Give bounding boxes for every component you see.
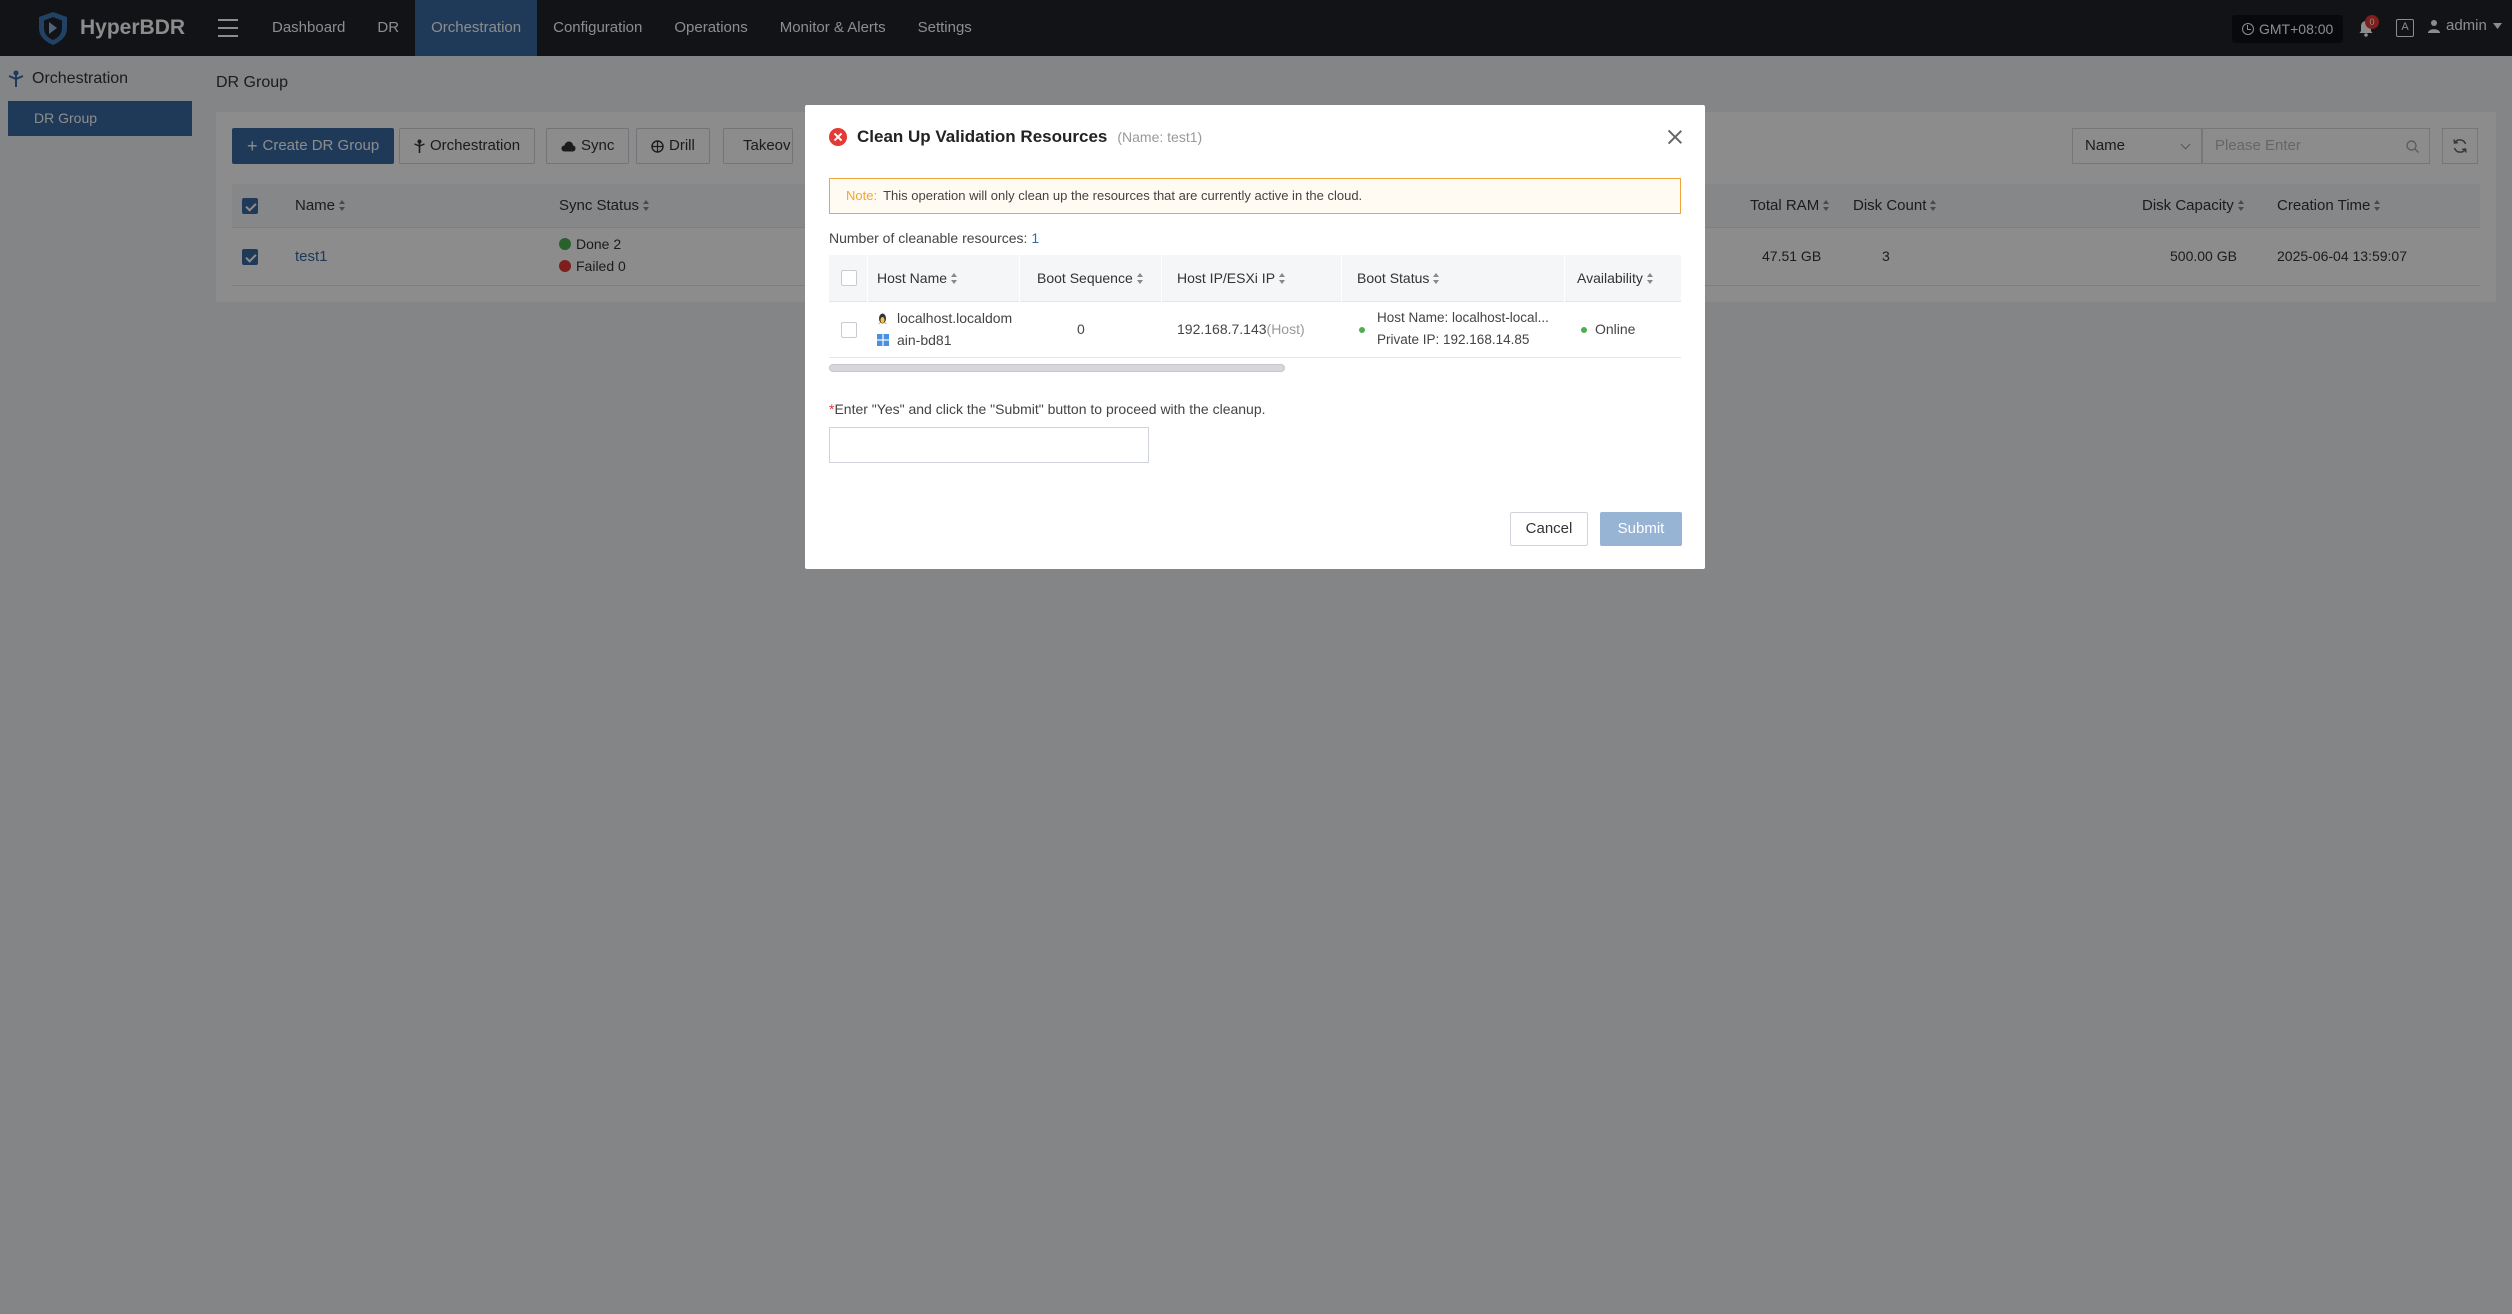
boot-status-private-ip: Private IP: 192.168.14.85 [1377, 332, 1530, 347]
confirm-prompt: *Enter "Yes" and click the "Submit" butt… [829, 401, 1266, 417]
host-ip-tag: (Host) [1266, 321, 1305, 337]
sort-icon [1646, 272, 1654, 284]
table-row[interactable]: localhost.localdom ain-bd81 0 192.168.7.… [829, 302, 1681, 358]
select-all-checkbox[interactable] [841, 270, 857, 286]
host-ip-value: 192.168.7.143(Host) [1177, 321, 1305, 337]
dialog-subtitle: (Name: test1) [1117, 129, 1203, 145]
column-divider [1341, 255, 1342, 302]
sort-icon [1136, 272, 1144, 284]
note-text: This operation will only clean up the re… [883, 188, 1363, 203]
host-name-line1: localhost.localdom [897, 310, 1013, 326]
close-icon[interactable] [1667, 129, 1683, 145]
availability-value: Online [1595, 321, 1636, 337]
column-boot-status-label: Boot Status [1357, 270, 1430, 286]
column-boot-sequence[interactable]: Boot Sequence [1037, 270, 1144, 286]
host-ip-text: 192.168.7.143 [1177, 321, 1267, 337]
error-icon [829, 128, 847, 146]
column-availability[interactable]: Availability [1577, 270, 1654, 286]
note-label: Note: [846, 188, 878, 203]
sort-icon [951, 272, 958, 284]
dialog-title-text: Clean Up Validation Resources [857, 127, 1108, 146]
column-divider [1564, 255, 1565, 302]
confirm-prompt-text: Enter "Yes" and click the "Submit" butto… [834, 401, 1266, 417]
column-boot-sequence-label: Boot Sequence [1037, 270, 1133, 286]
dialog-title: Clean Up Validation Resources (Name: tes… [829, 127, 1202, 147]
cancel-button[interactable]: Cancel [1510, 512, 1588, 546]
column-divider [1019, 255, 1020, 302]
submit-button[interactable]: Submit [1600, 512, 1682, 546]
host-name-line2: ain-bd81 [897, 332, 952, 348]
column-boot-status[interactable]: Boot Status [1357, 270, 1440, 286]
column-host-name[interactable]: Host Name [877, 270, 958, 286]
column-availability-label: Availability [1577, 270, 1643, 286]
status-dot-icon [1359, 327, 1365, 333]
column-divider [1161, 255, 1162, 302]
windows-icon [877, 334, 889, 346]
note-banner: Note: This operation will only clean up t… [829, 178, 1681, 214]
cleanup-dialog: Clean Up Validation Resources (Name: tes… [805, 105, 1705, 569]
column-host-name-label: Host Name [877, 270, 948, 286]
column-host-ip-label: Host IP/ESXi IP [1177, 270, 1276, 286]
cleanable-count-label: Number of cleanable resources: [829, 230, 1028, 246]
sort-icon [1433, 272, 1440, 284]
horizontal-scrollbar[interactable] [829, 364, 1285, 372]
resources-table: Host Name Boot Sequence Host IP/ESXi IP … [829, 255, 1681, 379]
online-dot-icon [1581, 327, 1587, 333]
row-checkbox[interactable] [841, 322, 857, 338]
cleanable-count: Number of cleanable resources: 1 [829, 230, 1039, 246]
cleanable-count-value: 1 [1031, 230, 1040, 246]
column-divider [867, 255, 868, 302]
linux-icon [878, 313, 887, 324]
boot-sequence-value: 0 [1077, 321, 1085, 337]
boot-status-host-name: Host Name: localhost-local... [1377, 310, 1549, 325]
sort-icon [1279, 272, 1286, 284]
column-host-ip[interactable]: Host IP/ESXi IP [1177, 270, 1286, 286]
confirm-input[interactable] [829, 427, 1149, 463]
resources-table-header: Host Name Boot Sequence Host IP/ESXi IP … [829, 255, 1681, 302]
